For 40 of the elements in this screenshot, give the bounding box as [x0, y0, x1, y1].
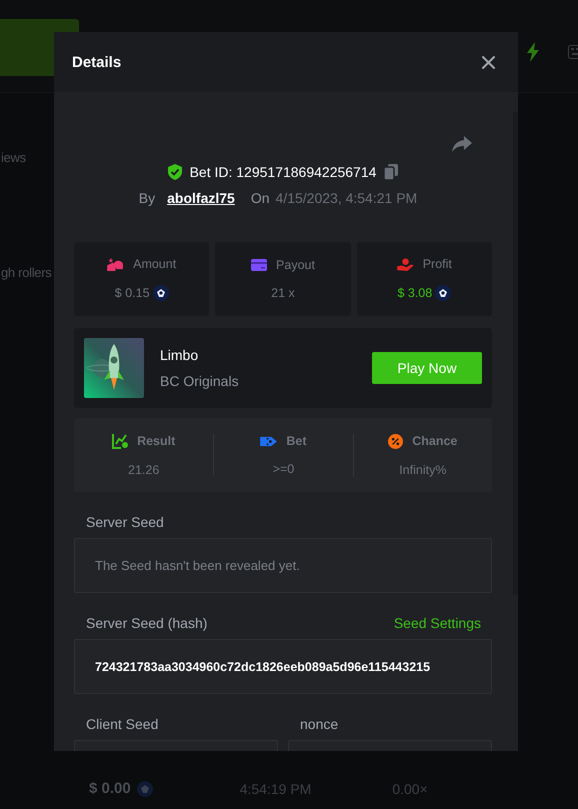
- game-provider: BC Originals: [160, 373, 239, 389]
- stat-value: $ 3.08: [397, 286, 432, 300]
- field-label: Client Seed: [86, 716, 158, 732]
- dialog-title: Details: [72, 54, 122, 70]
- card-icon: [251, 259, 268, 271]
- bet-date: 4/15/2023, 4:54:21 PM: [276, 190, 418, 206]
- field-label: nonce: [300, 716, 338, 732]
- outcome-value: Infinity%: [399, 462, 446, 476]
- field-message: The Seed hasn't been revealed yet.: [95, 558, 300, 573]
- chart-check-icon: [112, 433, 128, 449]
- game-title: Limbo: [160, 347, 200, 363]
- stat-label: Payout: [276, 258, 315, 272]
- share-icon[interactable]: [452, 136, 472, 152]
- seed-settings-link[interactable]: Seed Settings: [394, 615, 481, 631]
- outcome-label: Chance: [412, 434, 458, 448]
- field-label: Server Seed: [86, 514, 164, 530]
- shield-check-icon: [168, 164, 182, 180]
- amount-text: $ 0.00: [89, 780, 131, 797]
- username-link[interactable]: abolfazl75: [167, 190, 235, 206]
- percent-icon: [388, 434, 404, 448]
- hash-value: 724321783aa3034960c72dc1826eeb089a5d96e115443215: [95, 660, 430, 674]
- close-icon[interactable]: [482, 56, 495, 68]
- hash-field[interactable]: 724321783aa3034960c72dc1826eeb089a5d96e115443215: [74, 639, 492, 694]
- coin-icon: [136, 780, 153, 796]
- by-label: By: [138, 190, 156, 206]
- field-label: Server Seed (hash): [86, 615, 208, 631]
- ticket-icon: [260, 434, 278, 448]
- on-label: On: [250, 190, 270, 206]
- outcome-value: 21.26: [128, 463, 160, 477]
- copy-icon[interactable]: [384, 164, 398, 180]
- outcome-value: >=0: [272, 462, 294, 476]
- stat-label: Amount: [133, 257, 176, 271]
- stat-label: Profit: [422, 257, 452, 271]
- lightning-icon[interactable]: [526, 42, 540, 62]
- outcome-label: Bet: [286, 434, 307, 448]
- bet-id: Bet ID: 129517186942256714: [190, 164, 376, 180]
- outcome-label: Result: [137, 434, 176, 448]
- hand-coin-icon: [396, 258, 414, 270]
- stat-value: 21 x: [271, 286, 295, 300]
- stat-value: $ 0.15: [114, 286, 150, 300]
